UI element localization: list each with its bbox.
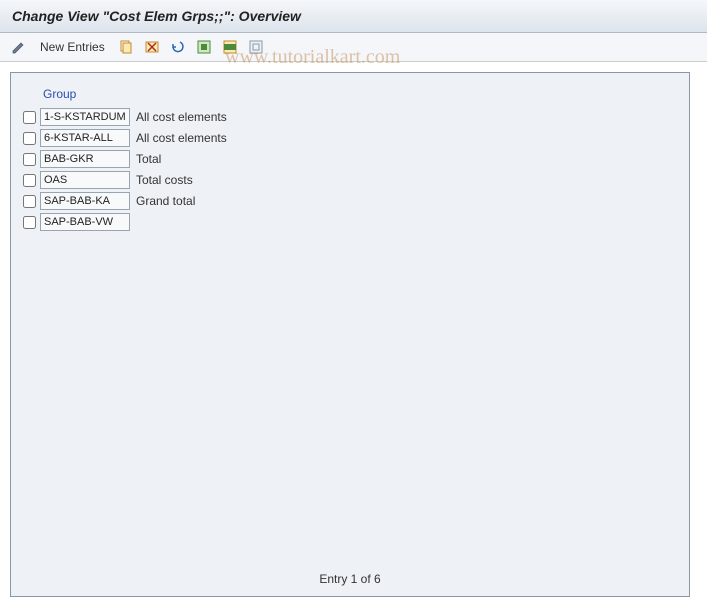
group-code-field[interactable]: OAS: [40, 171, 130, 189]
group-desc: All cost elements: [136, 110, 227, 124]
table-row: 6-KSTAR-ALL All cost elements: [23, 128, 677, 148]
toggle-edit-icon[interactable]: [10, 38, 28, 56]
group-desc: All cost elements: [136, 131, 227, 145]
copy-icon[interactable]: [117, 38, 135, 56]
row-select-checkbox[interactable]: [23, 174, 36, 187]
group-code-field[interactable]: SAP-BAB-KA: [40, 192, 130, 210]
group-panel: Group 1-S-KSTARDUM All cost elements 6-K…: [10, 72, 690, 597]
row-select-checkbox[interactable]: [23, 132, 36, 145]
page-title: Change View "Cost Elem Grps;;": Overview: [0, 0, 707, 33]
new-entries-button[interactable]: New Entries: [36, 40, 109, 54]
group-desc: Total: [136, 152, 161, 166]
toolbar: New Entries: [0, 33, 707, 62]
group-code-field[interactable]: SAP-BAB-VW: [40, 213, 130, 231]
group-rows: 1-S-KSTARDUM All cost elements 6-KSTAR-A…: [23, 107, 677, 232]
entry-counter: Entry 1 of 6: [11, 572, 689, 586]
group-column-header: Group: [23, 87, 677, 101]
delete-icon[interactable]: [143, 38, 161, 56]
group-code-field[interactable]: 6-KSTAR-ALL: [40, 129, 130, 147]
undo-icon[interactable]: [169, 38, 187, 56]
select-block-icon[interactable]: [221, 38, 239, 56]
table-row: SAP-BAB-VW: [23, 212, 677, 232]
table-row: 1-S-KSTARDUM All cost elements: [23, 107, 677, 127]
group-desc: Grand total: [136, 194, 195, 208]
table-row: BAB-GKR Total: [23, 149, 677, 169]
table-row: OAS Total costs: [23, 170, 677, 190]
group-code-field[interactable]: BAB-GKR: [40, 150, 130, 168]
row-select-checkbox[interactable]: [23, 111, 36, 124]
content-area: Group 1-S-KSTARDUM All cost elements 6-K…: [0, 62, 707, 607]
table-row: SAP-BAB-KA Grand total: [23, 191, 677, 211]
select-all-icon[interactable]: [195, 38, 213, 56]
row-select-checkbox[interactable]: [23, 195, 36, 208]
deselect-all-icon[interactable]: [247, 38, 265, 56]
group-code-field[interactable]: 1-S-KSTARDUM: [40, 108, 130, 126]
row-select-checkbox[interactable]: [23, 153, 36, 166]
row-select-checkbox[interactable]: [23, 216, 36, 229]
group-desc: Total costs: [136, 173, 193, 187]
